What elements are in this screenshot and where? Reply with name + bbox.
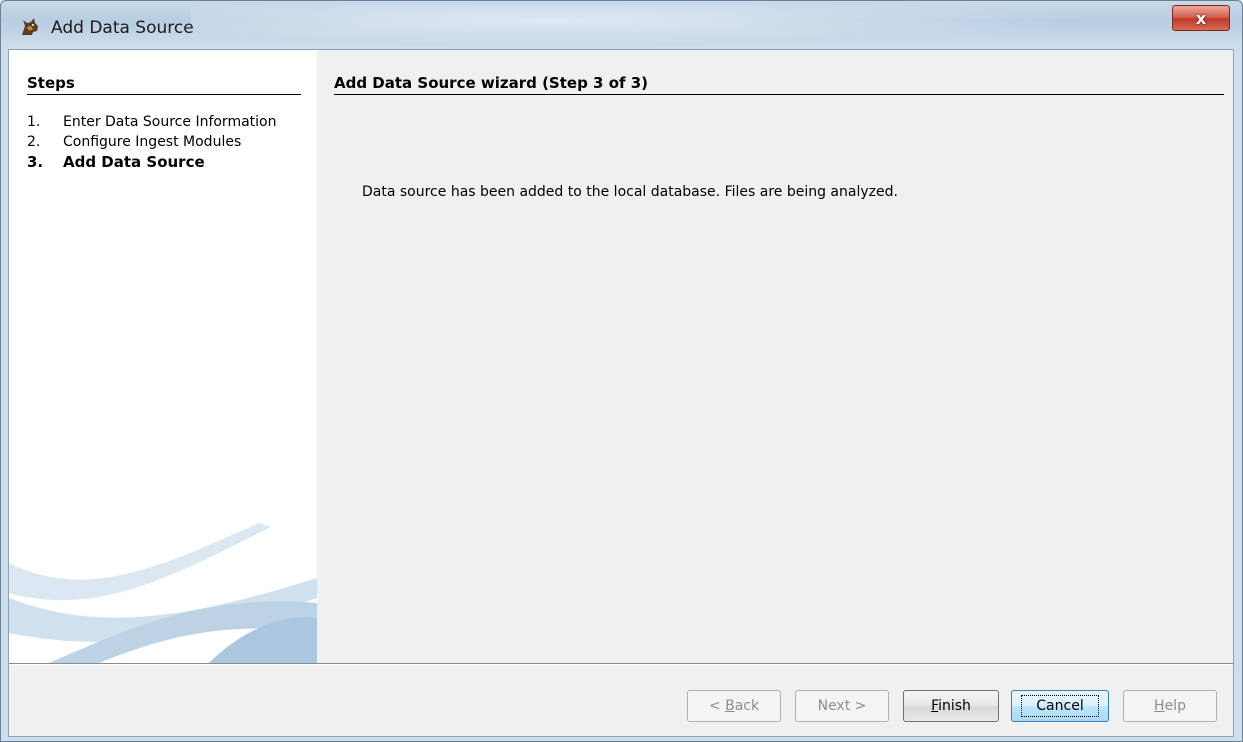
step-list: 1. Enter Data Source Information 2. Conf… <box>27 112 276 172</box>
steps-divider <box>27 94 301 95</box>
finish-button[interactable]: Finish <box>903 690 999 722</box>
close-button[interactable]: x <box>1172 5 1230 31</box>
next-button-label: Next > <box>817 698 867 714</box>
cancel-button-label: Cancel <box>1021 695 1099 717</box>
step-item-enter-info: 1. Enter Data Source Information <box>27 112 276 132</box>
steps-panel: Steps 1. Enter Data Source Information 2… <box>9 50 317 663</box>
step-number: 2. <box>27 134 41 150</box>
close-icon: x <box>1195 8 1207 28</box>
step-label: Configure Ingest Modules <box>63 134 242 150</box>
finish-button-label: Finish <box>931 698 971 714</box>
step-number: 1. <box>27 114 41 130</box>
main-divider <box>334 94 1224 95</box>
help-button-label: Help <box>1154 698 1186 714</box>
step-label: Enter Data Source Information <box>63 114 277 130</box>
step-label: Add Data Source <box>63 153 205 171</box>
next-button[interactable]: Next > <box>795 690 889 722</box>
title-bar-glass <box>191 5 1091 45</box>
step-item-configure-ingest: 2. Configure Ingest Modules <box>27 132 276 152</box>
back-button-label: < Back <box>708 698 760 714</box>
title-bar[interactable]: Add Data Source x <box>1 1 1242 49</box>
help-button[interactable]: Help <box>1123 690 1217 722</box>
window-title: Add Data Source <box>51 18 194 38</box>
steps-title: Steps <box>27 74 75 92</box>
wizard-step-title: Add Data Source wizard (Step 3 of 3) <box>334 74 649 92</box>
step-item-add-data-source: 3. Add Data Source <box>27 152 276 172</box>
step-number: 3. <box>27 153 44 171</box>
decorative-swoosh-graphic <box>9 523 317 663</box>
back-button[interactable]: < Back <box>687 690 781 722</box>
main-panel: Add Data Source wizard (Step 3 of 3) Dat… <box>317 50 1233 663</box>
status-message: Data source has been added to the local … <box>362 184 898 200</box>
cancel-button[interactable]: Cancel <box>1011 690 1109 722</box>
wizard-client-area: Steps 1. Enter Data Source Information 2… <box>8 49 1234 737</box>
autopsy-dog-icon <box>22 18 38 35</box>
button-bar-divider-highlight <box>9 664 1233 665</box>
add-data-source-window: Add Data Source x Steps 1. Enter Data So… <box>0 0 1243 742</box>
